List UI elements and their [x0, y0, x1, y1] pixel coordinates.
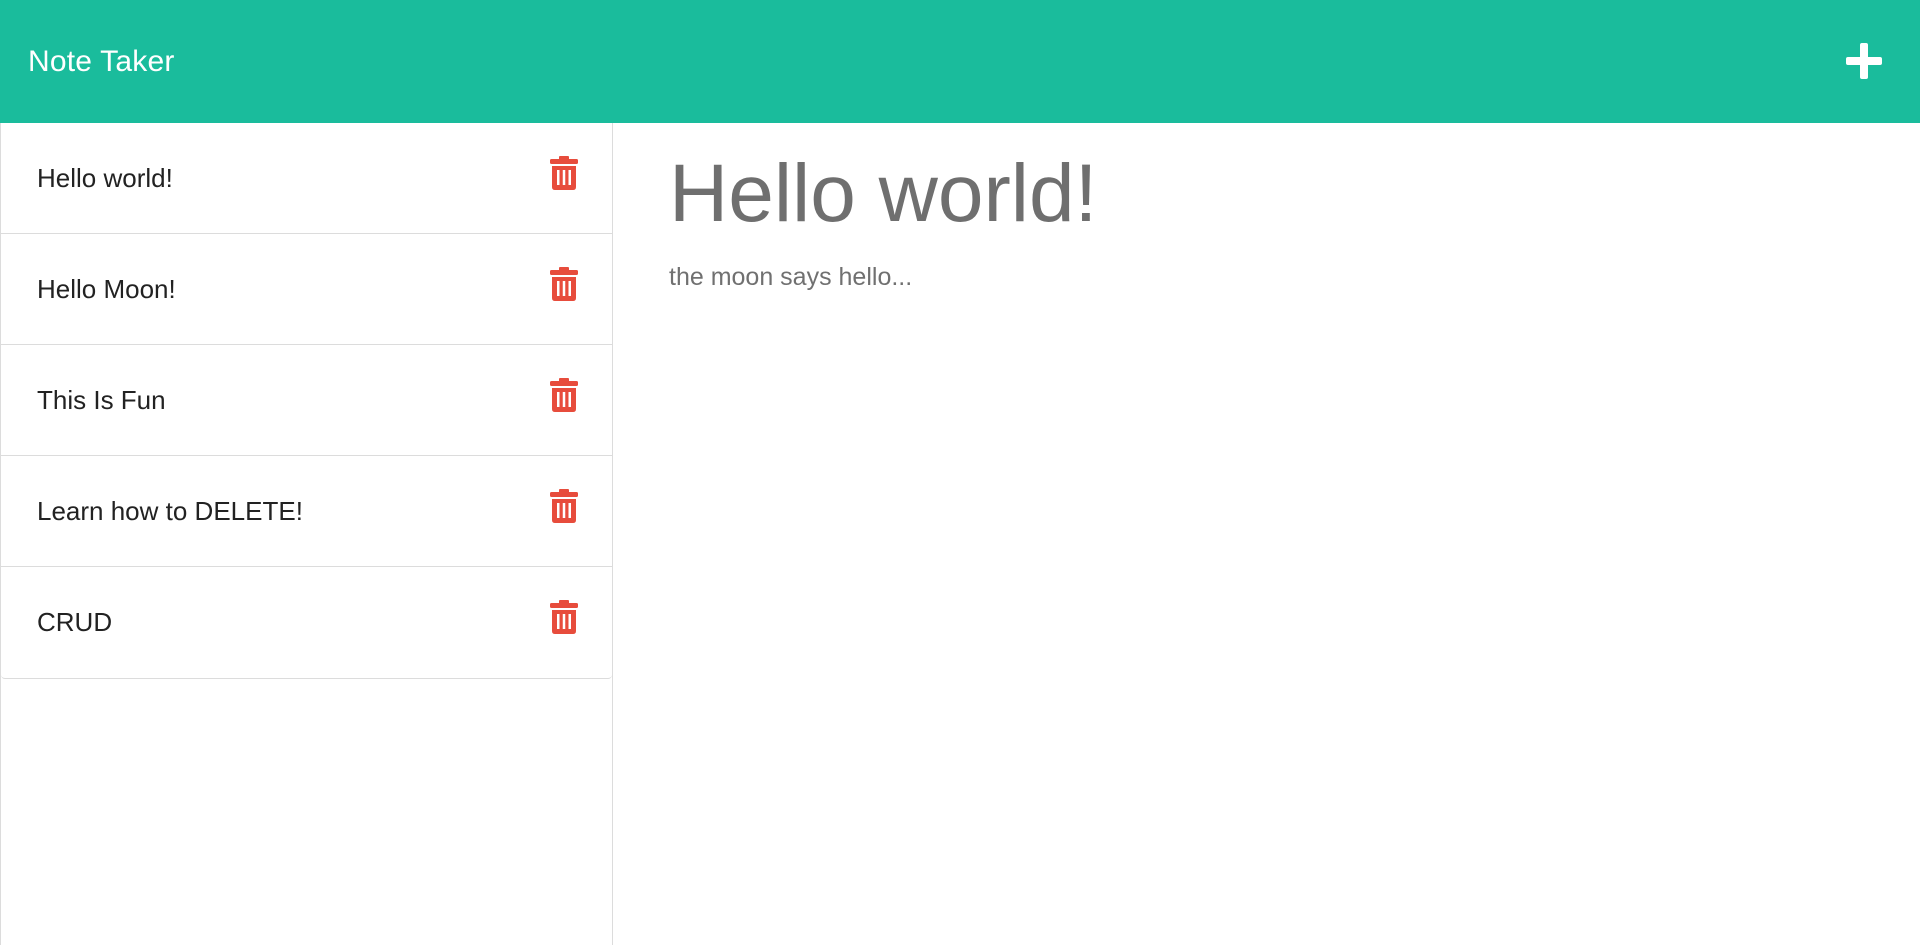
list-item[interactable]: Hello world!	[1, 123, 612, 234]
trash-icon	[550, 267, 578, 301]
delete-note-button[interactable]	[549, 267, 579, 301]
note-title: CRUD	[37, 607, 113, 637]
list-item[interactable]: Hello Moon!	[1, 234, 612, 345]
note-text-display[interactable]: the moon says hello...	[669, 263, 912, 292]
delete-note-button[interactable]	[549, 378, 579, 412]
trash-icon	[550, 600, 578, 634]
delete-note-button[interactable]	[549, 489, 579, 523]
navbar: Note Taker	[0, 0, 1920, 123]
delete-note-button[interactable]	[549, 600, 579, 634]
list-item[interactable]: Learn how to DELETE!	[1, 456, 612, 567]
trash-icon	[550, 156, 578, 190]
brand-title[interactable]: Note Taker	[28, 0, 175, 123]
note-sidebar: Hello world! Hello Moon! This Is Fun Lea…	[0, 123, 613, 945]
list-item[interactable]: This Is Fun	[1, 345, 612, 456]
trash-icon	[550, 378, 578, 412]
note-title: Hello world!	[37, 163, 173, 193]
note-editor: Hello world! the moon says hello...	[613, 123, 1920, 945]
list-item[interactable]: CRUD	[1, 567, 612, 678]
note-title-display[interactable]: Hello world!	[669, 145, 1097, 243]
note-title: This Is Fun	[37, 385, 166, 415]
plus-icon	[1846, 43, 1882, 79]
trash-icon	[550, 489, 578, 523]
delete-note-button[interactable]	[549, 156, 579, 190]
new-note-button[interactable]	[1844, 41, 1884, 81]
note-title: Hello Moon!	[37, 274, 176, 304]
note-list: Hello world! Hello Moon! This Is Fun Lea…	[1, 123, 612, 679]
note-title: Learn how to DELETE!	[37, 496, 303, 526]
